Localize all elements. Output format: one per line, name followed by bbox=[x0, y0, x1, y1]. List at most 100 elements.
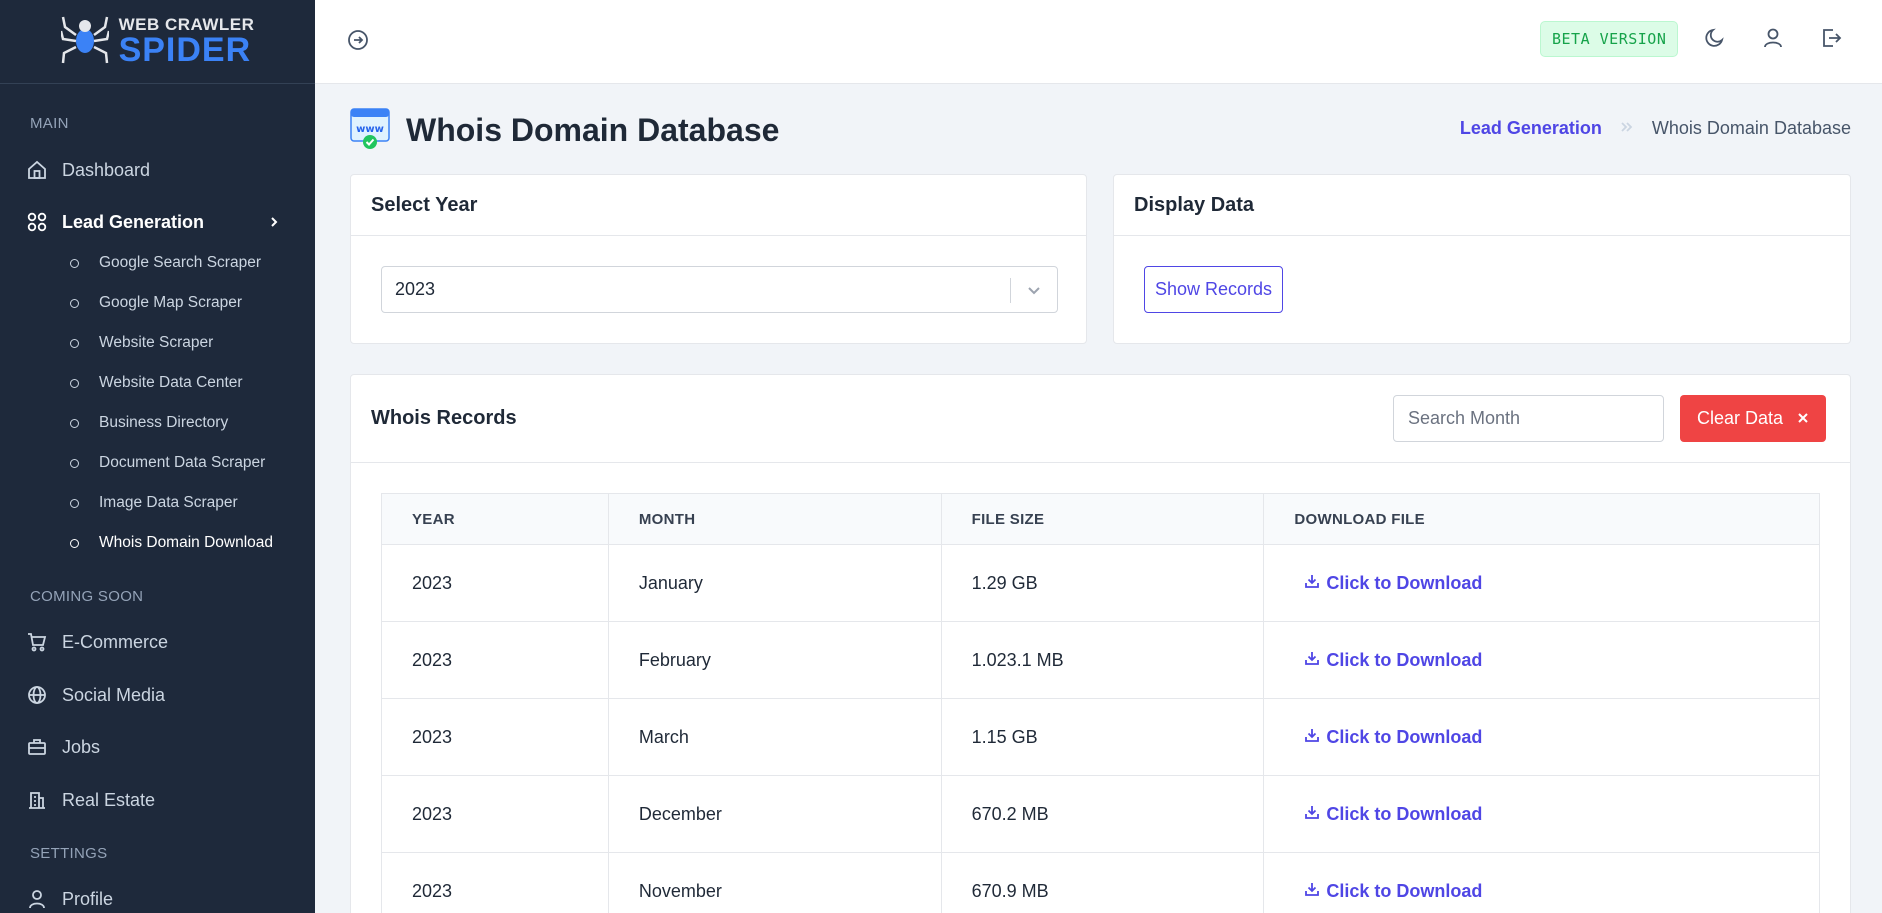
double-chevron-right-icon bbox=[1620, 118, 1634, 139]
column-header-month: MONTH bbox=[608, 493, 942, 545]
cell-download: Click to Download bbox=[1263, 621, 1820, 699]
close-icon bbox=[1797, 408, 1809, 429]
breadcrumb-link-lead-generation[interactable]: Lead Generation bbox=[1460, 118, 1602, 139]
moon-icon bbox=[1704, 27, 1726, 54]
chevron-right-icon bbox=[269, 212, 281, 237]
subitem-label: Google Map Scraper bbox=[99, 294, 243, 311]
year-select[interactable]: 2023 bbox=[381, 266, 1058, 313]
sidebar-item-ecommerce[interactable]: E-Commerce bbox=[0, 622, 315, 662]
section-label-coming-soon: COMING SOON bbox=[30, 588, 144, 605]
download-icon bbox=[1304, 881, 1320, 902]
download-link[interactable]: Click to Download bbox=[1294, 804, 1482, 825]
cell-file-size: 1.023.1 MB bbox=[941, 621, 1265, 699]
table-row: 2023 November 670.9 MB Click to Download bbox=[381, 852, 1820, 913]
globe-icon bbox=[26, 684, 48, 706]
www-icon-text: www bbox=[356, 124, 384, 135]
cell-year: 2023 bbox=[381, 852, 609, 913]
page-header: www Whois Domain Database Lead Generatio… bbox=[350, 106, 1851, 154]
records-title: Whois Records bbox=[371, 407, 517, 429]
cell-file-size: 1.15 GB bbox=[941, 698, 1265, 776]
table-row: 2023 January 1.29 GB Click to Download bbox=[381, 544, 1820, 622]
table-row: 2023 December 670.2 MB Click to Download bbox=[381, 775, 1820, 853]
spider-icon bbox=[59, 13, 110, 70]
cell-month: December bbox=[608, 775, 942, 853]
cell-file-size: 670.2 MB bbox=[941, 775, 1265, 853]
whois-records-card: Whois Records Clear Data YEAR MONTH FILE… bbox=[350, 374, 1851, 913]
cell-month: November bbox=[608, 852, 942, 913]
download-icon bbox=[1304, 804, 1320, 825]
sidebar-subitem-google-map-scraper[interactable]: Google Map Scraper bbox=[0, 288, 315, 318]
www-domain-icon: www bbox=[350, 108, 390, 149]
logout-button[interactable] bbox=[1816, 25, 1846, 55]
select-divider bbox=[1010, 278, 1011, 303]
show-records-button[interactable]: Show Records bbox=[1144, 266, 1284, 313]
sidebar-subitem-website-data-center[interactable]: Website Data Center bbox=[0, 368, 315, 398]
sidebar-item-label: Dashboard bbox=[62, 159, 151, 180]
clear-data-label: Clear Data bbox=[1696, 408, 1784, 428]
sidebar-toggle-button[interactable] bbox=[343, 27, 373, 57]
table-header-row: YEAR MONTH FILE SIZE DOWNLOAD FILE bbox=[381, 493, 1820, 545]
subitem-label: Website Scraper bbox=[99, 334, 214, 351]
sidebar-item-profile[interactable]: Profile bbox=[0, 879, 315, 913]
cell-month: March bbox=[608, 698, 942, 776]
arrow-circle-right-icon bbox=[347, 29, 369, 56]
user-icon bbox=[1762, 27, 1784, 54]
sidebar-item-label: Social Media bbox=[62, 684, 166, 705]
download-label: Click to Download bbox=[1326, 803, 1483, 824]
table-row: 2023 February 1.023.1 MB Click to Downlo… bbox=[381, 621, 1820, 699]
sidebar-item-label: Jobs bbox=[62, 736, 101, 757]
whois-records-table: YEAR MONTH FILE SIZE DOWNLOAD FILE 2023 … bbox=[381, 493, 1820, 913]
download-label: Click to Download bbox=[1326, 880, 1483, 901]
sidebar-subitem-image-data-scraper[interactable]: Image Data Scraper bbox=[0, 488, 315, 518]
section-label-main: MAIN bbox=[30, 115, 69, 132]
sidebar-subitem-document-data-scraper[interactable]: Document Data Scraper bbox=[0, 448, 315, 478]
brand-logo[interactable]: WEB CRAWLER SPIDER bbox=[0, 0, 315, 84]
sidebar-item-label: Profile bbox=[62, 888, 114, 909]
display-data-card: Display Data Show Records bbox=[1113, 174, 1851, 344]
search-month-input[interactable] bbox=[1393, 395, 1664, 442]
cell-year: 2023 bbox=[381, 775, 609, 853]
sidebar-item-real-estate[interactable]: Real Estate bbox=[0, 780, 315, 820]
sidebar-item-label: E-Commerce bbox=[62, 631, 169, 652]
subitem-label: Image Data Scraper bbox=[99, 494, 238, 511]
cell-year: 2023 bbox=[381, 544, 609, 622]
cell-file-size: 1.29 GB bbox=[941, 544, 1265, 622]
circle-bullet-icon bbox=[70, 298, 79, 308]
download-icon bbox=[1304, 727, 1320, 748]
circle-bullet-icon bbox=[70, 378, 79, 388]
sidebar-item-jobs[interactable]: Jobs bbox=[0, 727, 315, 767]
records-header: Whois Records Clear Data bbox=[351, 375, 1850, 463]
clear-data-button[interactable]: Clear Data bbox=[1680, 395, 1826, 442]
sidebar-subitem-website-scraper[interactable]: Website Scraper bbox=[0, 328, 315, 358]
download-link[interactable]: Click to Download bbox=[1294, 727, 1482, 748]
sidebar-subitem-business-directory[interactable]: Business Directory bbox=[0, 408, 315, 438]
logout-icon bbox=[1820, 27, 1842, 54]
user-profile-button[interactable] bbox=[1758, 25, 1788, 55]
sidebar-subitem-google-search-scraper[interactable]: Google Search Scraper bbox=[0, 248, 315, 278]
column-header-download-file: DOWNLOAD FILE bbox=[1263, 493, 1820, 545]
download-link[interactable]: Click to Download bbox=[1294, 650, 1482, 671]
home-icon bbox=[26, 159, 48, 181]
sidebar-subitem-whois-domain-download[interactable]: Whois Domain Download bbox=[0, 528, 315, 558]
subitem-label: Whois Domain Download bbox=[99, 534, 274, 551]
dark-mode-button[interactable] bbox=[1700, 25, 1730, 55]
user-icon bbox=[26, 888, 48, 910]
cell-month: January bbox=[608, 544, 942, 622]
brand-bottom-text: SPIDER bbox=[118, 31, 252, 69]
cell-download: Click to Download bbox=[1263, 544, 1820, 622]
beta-version-badge: BETA VERSION bbox=[1540, 21, 1679, 57]
download-link[interactable]: Click to Download bbox=[1294, 573, 1482, 594]
circle-bullet-icon bbox=[70, 338, 79, 348]
chevron-down-icon bbox=[1025, 281, 1043, 304]
sidebar-item-dashboard[interactable]: Dashboard bbox=[0, 150, 315, 190]
cell-download: Click to Download bbox=[1263, 698, 1820, 776]
column-header-year: YEAR bbox=[381, 493, 609, 545]
circle-bullet-icon bbox=[70, 418, 79, 428]
cell-file-size: 670.9 MB bbox=[941, 852, 1265, 913]
section-label-settings: SETTINGS bbox=[30, 845, 108, 862]
download-link[interactable]: Click to Download bbox=[1294, 881, 1482, 902]
download-label: Click to Download bbox=[1326, 726, 1483, 747]
sidebar-item-lead-generation[interactable]: Lead Generation bbox=[0, 202, 315, 242]
sidebar-item-social-media[interactable]: Social Media bbox=[0, 675, 315, 715]
cell-download: Click to Download bbox=[1263, 852, 1820, 913]
